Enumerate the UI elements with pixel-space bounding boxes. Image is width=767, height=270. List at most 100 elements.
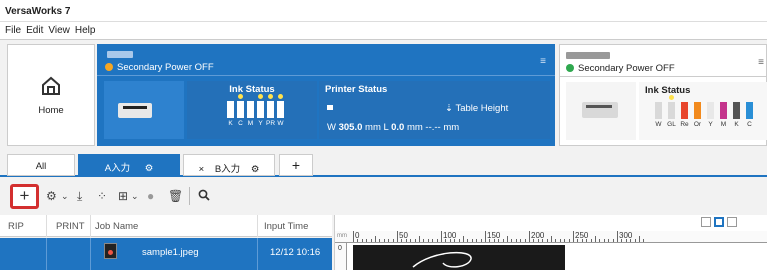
preview-image: [412, 251, 472, 268]
ink-label: Re: [680, 121, 689, 128]
ruler-tick: [414, 239, 416, 242]
ink-drop-icon: [278, 94, 283, 99]
ruler-tick: [379, 239, 381, 242]
ruler-tick: [581, 239, 583, 242]
table-row[interactable]: sample1.jpeg 12/12 10:16: [0, 238, 332, 270]
printer-panel-2[interactable]: Secondary Power OFF ≡ Ink Status W GL Re Or…: [559, 44, 767, 146]
stop-icon[interactable]: ●: [147, 189, 154, 203]
ink-drop-icon: [682, 95, 687, 100]
printer-icon: [582, 102, 618, 118]
ruler-tick: [419, 236, 420, 242]
ink-level-bar: [720, 102, 727, 119]
ruler-tick: [370, 239, 372, 242]
close-icon[interactable]: ×: [199, 164, 205, 175]
chevron-down-icon[interactable]: ⌄: [131, 191, 139, 202]
ink-level-bar: [694, 102, 701, 119]
length-value: 0.0: [391, 122, 405, 133]
ruler-tick: [537, 239, 539, 242]
col-input-time[interactable]: Input Time: [264, 221, 308, 232]
printer-1-ink-status: Ink Status K C M Y PR W: [187, 81, 317, 139]
col-divider: [90, 215, 91, 237]
menu-help[interactable]: Help: [70, 22, 96, 36]
search-icon[interactable]: [198, 189, 210, 204]
ruler-tick: [564, 239, 566, 242]
ruler-tick: [639, 236, 640, 242]
queue-tabs: All A入力 ⚙ × B入力 ⚙ +: [0, 150, 767, 177]
add-tab-button[interactable]: +: [279, 154, 313, 176]
ruler-tick: [551, 236, 552, 242]
menu-file[interactable]: File: [0, 22, 21, 36]
menu-edit[interactable]: Edit: [21, 22, 43, 36]
printer-1-power-text: Secondary Power OFF: [117, 62, 214, 73]
ruler-tick: [498, 239, 500, 242]
chevron-down-icon[interactable]: ⌄: [61, 191, 69, 202]
ruler-tick: [427, 239, 429, 242]
ruler-tick: [454, 239, 456, 242]
ruler-tick: [445, 239, 447, 242]
col-print[interactable]: PRINT: [56, 221, 85, 232]
ruler-tick: [533, 239, 535, 242]
gear-icon[interactable]: ⚙: [251, 164, 260, 175]
col-rip[interactable]: RIP: [8, 221, 24, 232]
view-grid-icon[interactable]: [701, 217, 711, 227]
home-icon: [8, 75, 94, 99]
processing-icon[interactable]: ⁘: [97, 189, 107, 203]
printer-2-power-text: Secondary Power OFF: [578, 63, 675, 74]
ink-level-bar: [746, 102, 753, 119]
add-job-button[interactable]: +: [10, 184, 39, 209]
printer-icon: [118, 103, 152, 118]
gear-icon[interactable]: ⚙: [145, 163, 154, 174]
printer-1-header: Secondary Power OFF ≡: [97, 44, 555, 76]
printer-1-menu-icon[interactable]: ≡: [540, 56, 546, 67]
preview-canvas[interactable]: [353, 245, 565, 270]
ink-level-bar: [227, 101, 234, 118]
ink-drop-icon: [238, 94, 243, 99]
ink-level-bar: [277, 101, 284, 118]
ruler-tick: [485, 231, 486, 242]
vertical-ruler: 0: [335, 243, 347, 270]
ruler-tick: [458, 239, 460, 242]
ruler-tick: [397, 231, 398, 242]
printer-1-power-status: Secondary Power OFF: [105, 62, 214, 73]
ruler-tick: [476, 239, 478, 242]
home-label: Home: [38, 105, 64, 116]
ruler-tick: [559, 239, 561, 242]
ruler-tick: [436, 239, 438, 242]
home-button[interactable]: Home: [7, 44, 95, 146]
tab-all[interactable]: All: [7, 154, 75, 176]
ink-levels: W GL Re Or Y M K C: [639, 95, 767, 135]
layout-icon[interactable]: ⊞: [118, 189, 128, 203]
printer-2-image: [566, 82, 636, 140]
ruler-tick: [568, 239, 570, 242]
download-icon[interactable]: ⤓: [77, 189, 82, 204]
view-single-icon[interactable]: [714, 217, 724, 227]
ruler-tick: [546, 239, 548, 242]
ruler-tick: [383, 239, 385, 242]
ruler-tick: [603, 239, 605, 242]
ruler-tick: [467, 239, 469, 242]
ruler-tick: [608, 239, 610, 242]
printer-panel-1[interactable]: Secondary Power OFF ≡ Ink Status K C M Y PR W…: [97, 44, 555, 146]
ruler-tick: [392, 239, 394, 242]
col-job-name[interactable]: Job Name: [95, 221, 138, 232]
trash-icon[interactable]: 🗑: [168, 189, 183, 203]
view-tile-icon[interactable]: [727, 217, 737, 227]
printer-2-header: Secondary Power OFF ≡: [560, 45, 766, 77]
job-name: sample1.jpeg: [142, 247, 199, 258]
tab-b-input[interactable]: × B入力 ⚙: [183, 154, 275, 176]
printer-2-menu-icon[interactable]: ≡: [758, 57, 764, 68]
ruler-tick: [463, 236, 464, 242]
ink-level-bar: [668, 102, 675, 119]
ruler-tick: [590, 239, 592, 242]
table-height-icon: ⇣: [445, 103, 456, 114]
table-height: ⇣ Table Height: [445, 103, 508, 114]
ruler-tick: [449, 239, 451, 242]
ink-level-bar: [237, 101, 244, 118]
printer-1-printer-status: Printer Status ⇣ Table Height W 305.0 mm…: [319, 81, 550, 139]
ruler-tick: [599, 239, 601, 242]
tab-a-input[interactable]: A入力 ⚙: [78, 154, 180, 176]
ink-drop-icon: [721, 95, 726, 100]
menu-view[interactable]: View: [43, 22, 70, 36]
ink-drop-icon: [656, 95, 661, 100]
settings-icon[interactable]: ⚙: [46, 189, 57, 203]
